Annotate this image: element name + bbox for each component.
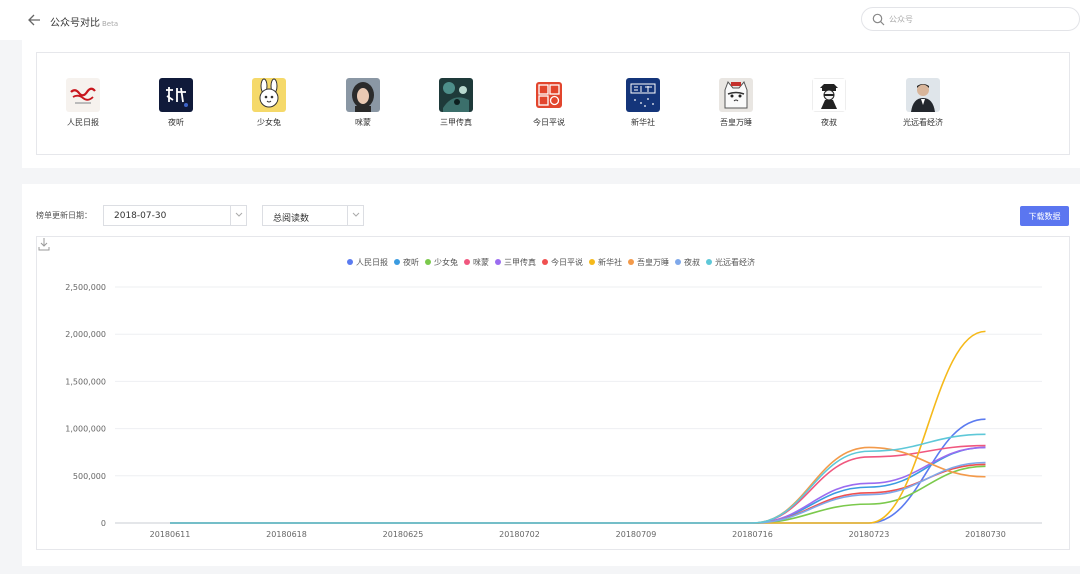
y-tick-label: 0 (101, 519, 106, 528)
chevron-down-icon (347, 206, 363, 225)
night-listen-logo-icon (159, 78, 193, 112)
top-bar: 公众号对比 Beta (0, 0, 1080, 40)
account-name: 新华社 (631, 118, 655, 127)
y-tick-label: 1,500,000 (65, 377, 106, 386)
legend-marker (589, 259, 595, 265)
ye-shu-avatar-icon (812, 78, 846, 112)
x-tick-label: 20180625 (383, 530, 424, 539)
legend-label: 今日平说 (551, 257, 583, 267)
legend-label: 新华社 (598, 257, 622, 267)
legend-label: 少女兔 (434, 257, 458, 267)
account-name: 三甲传真 (440, 118, 472, 127)
legend-label: 咪蒙 (473, 257, 489, 267)
account-item[interactable]: 人民日报 (43, 78, 123, 128)
legend-marker (347, 259, 353, 265)
date-select-value: 2018-07-30 (114, 211, 167, 221)
legend-marker (394, 259, 400, 265)
x-tick-label: 20180723 (849, 530, 890, 539)
account-item[interactable]: 咪蒙 (323, 78, 403, 128)
account-name: 人民日报 (67, 118, 99, 127)
account-name: 吾皇万睡 (720, 118, 752, 127)
legend-marker (542, 259, 548, 265)
account-name: 夜听 (168, 118, 184, 127)
series-line (169, 446, 986, 524)
xinhua-logo-icon (626, 78, 660, 112)
legend-marker (464, 259, 470, 265)
back-arrow-icon[interactable] (27, 11, 41, 29)
series-line (169, 463, 986, 524)
people-daily-logo-icon (66, 78, 100, 112)
account-item[interactable]: 少女兔 (229, 78, 309, 128)
account-item[interactable]: 光远看经济 (883, 78, 963, 128)
y-tick-label: 1,000,000 (65, 425, 106, 434)
x-tick-label: 20180709 (616, 530, 657, 539)
legend-label: 三甲传真 (504, 257, 536, 267)
x-tick-label: 20180716 (732, 530, 773, 539)
account-name: 光远看经济 (903, 118, 943, 127)
legend-label: 夜叔 (684, 257, 700, 267)
account-item[interactable]: 夜叔 (789, 78, 869, 128)
series-line (169, 418, 986, 524)
jinri-pingshuo-logo-icon (532, 78, 566, 112)
search-input[interactable] (889, 11, 1069, 27)
beta-badge: Beta (102, 20, 119, 28)
legend-marker (628, 259, 634, 265)
account-name: 夜叔 (821, 118, 837, 127)
account-item[interactable]: 今日平说 (509, 78, 589, 128)
chart-canvas: 0 500,000 1,000,000 1,500,000 2,000,000 2,500… (65, 257, 1042, 539)
legend-label: 夜听 (403, 257, 419, 267)
account-name: 今日平说 (533, 118, 565, 127)
search-icon (872, 13, 885, 26)
legend-marker (425, 259, 431, 265)
account-item[interactable]: 新华社 (603, 78, 683, 128)
mimeng-avatar-icon (346, 78, 380, 112)
y-tick-label: 2,500,000 (65, 283, 106, 292)
metric-select[interactable]: 总阅读数 (262, 205, 364, 226)
y-tick-label: 500,000 (73, 472, 106, 481)
account-item[interactable]: 吾皇万睡 (696, 78, 776, 128)
x-tick-label: 20180618 (266, 530, 307, 539)
x-tick-label: 20180730 (965, 530, 1006, 539)
account-name: 咪蒙 (355, 118, 371, 127)
cat-avatar-icon (719, 78, 753, 112)
legend-label: 人民日报 (356, 257, 388, 267)
search-box[interactable] (861, 7, 1080, 31)
legend-label: 光远看经济 (715, 257, 755, 267)
download-data-button[interactable]: 下载数据 (1020, 206, 1069, 226)
page-title-text: 公众号对比 (50, 18, 100, 29)
girl-rabbit-avatar-icon (252, 78, 286, 112)
download-chart-icon[interactable] (37, 237, 51, 251)
series-line (169, 446, 986, 524)
sanjia-avatar-icon (439, 78, 473, 112)
chart-panel: 榜单更新日期： 2018-07-30 总阅读数 下载数据 0 500,000 1,0… (22, 184, 1080, 566)
legend-marker (495, 259, 501, 265)
accounts-panel: 人民日报 夜听 少女兔 咪蒙 三甲传真 今日平说 新华社 吾皇万睡 夜叔 光远看… (22, 40, 1080, 168)
legend-label: 吾皇万睡 (637, 257, 669, 267)
account-item[interactable]: 三甲传真 (416, 78, 496, 128)
page-title: 公众号对比 Beta (50, 14, 118, 29)
accounts-list: 人民日报 夜听 少女兔 咪蒙 三甲传真 今日平说 新华社 吾皇万睡 夜叔 光远看… (36, 52, 1070, 155)
chevron-down-icon (230, 206, 246, 225)
account-item[interactable]: 夜听 (136, 78, 216, 128)
guangyuan-avatar-icon (906, 78, 940, 112)
legend-marker (675, 259, 681, 265)
y-tick-label: 2,000,000 (65, 330, 106, 339)
metric-select-value: 总阅读数 (273, 214, 310, 224)
date-select[interactable]: 2018-07-30 (103, 205, 247, 226)
legend-marker (706, 259, 712, 265)
line-chart: 0 500,000 1,000,000 1,500,000 2,000,000 2,500… (36, 236, 1070, 550)
date-label: 榜单更新日期： (36, 211, 92, 220)
account-name: 少女兔 (257, 118, 281, 127)
x-tick-label: 20180611 (150, 530, 191, 539)
x-tick-label: 20180702 (499, 530, 540, 539)
series-line (169, 446, 986, 524)
